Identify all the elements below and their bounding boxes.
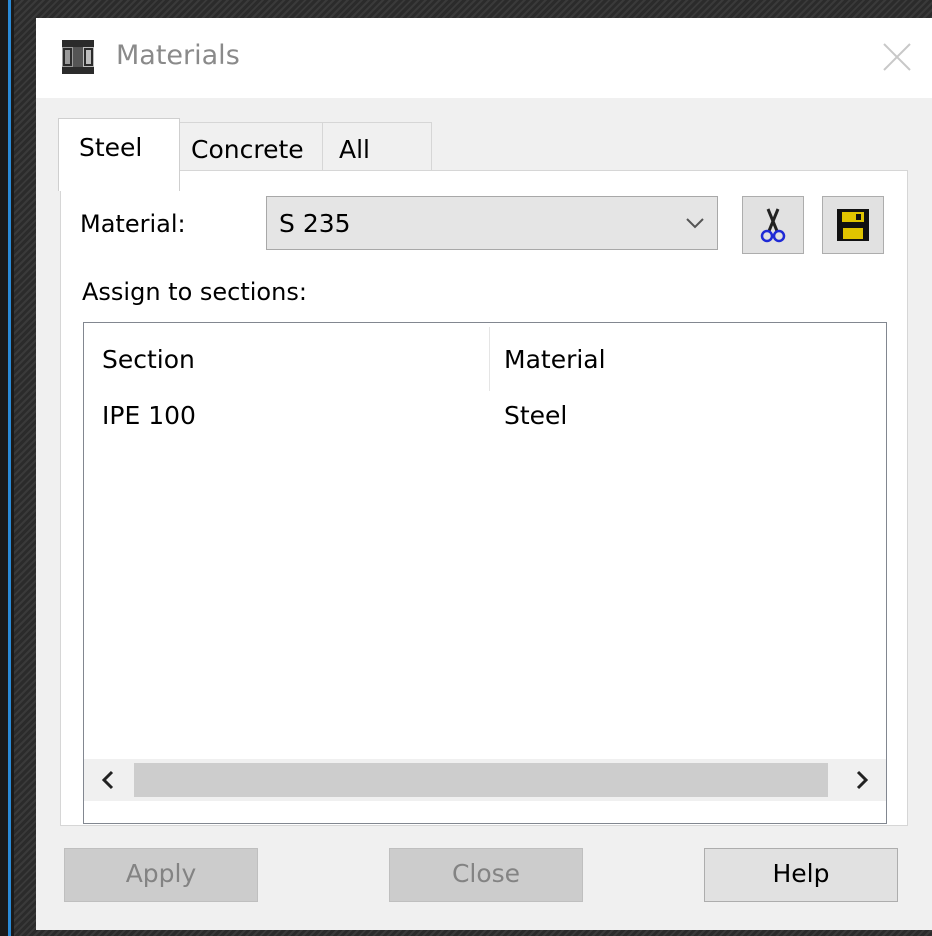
materials-dialog: Materials Steel Concrete All Material: S… [36,18,932,930]
save-button[interactable] [822,196,884,254]
close-button[interactable]: Close [389,848,583,902]
sections-list[interactable]: Section Material IPE 100 Steel [83,322,887,824]
column-header-material[interactable]: Material [504,345,606,374]
tab-concrete-label: Concrete [191,135,304,164]
material-label: Material: [80,210,186,238]
apply-button[interactable]: Apply [64,848,258,902]
tab-all-label: All [339,135,370,164]
chevron-down-icon [686,218,704,229]
cut-button[interactable] [742,196,804,254]
column-divider[interactable] [489,327,490,391]
close-icon[interactable] [872,32,922,82]
material-dropdown-value: S 235 [279,209,351,238]
table-row[interactable]: IPE 100 Steel [84,393,886,437]
title-bar[interactable]: Materials [36,18,932,98]
material-dropdown[interactable]: S 235 [266,196,718,250]
tab-steel-label: Steel [79,133,143,162]
scroll-left-icon[interactable] [84,759,134,801]
window-title: Materials [116,40,240,71]
column-header-section[interactable]: Section [102,345,195,374]
tab-all[interactable]: All [322,122,432,173]
tab-steel[interactable]: Steel [58,118,180,191]
scroll-right-icon[interactable] [836,759,886,801]
window-border [0,0,14,936]
scrollbar-thumb[interactable] [134,763,828,797]
cell-section: IPE 100 [102,401,196,430]
steel-beam-icon [62,40,94,74]
cell-material: Steel [504,401,568,430]
assign-to-sections-label: Assign to sections: [82,278,307,306]
tab-concrete[interactable]: Concrete [178,122,324,173]
horizontal-scrollbar[interactable] [84,759,886,801]
help-button[interactable]: Help [704,848,898,902]
scissors-icon [760,208,786,243]
floppy-disk-icon [837,209,869,241]
